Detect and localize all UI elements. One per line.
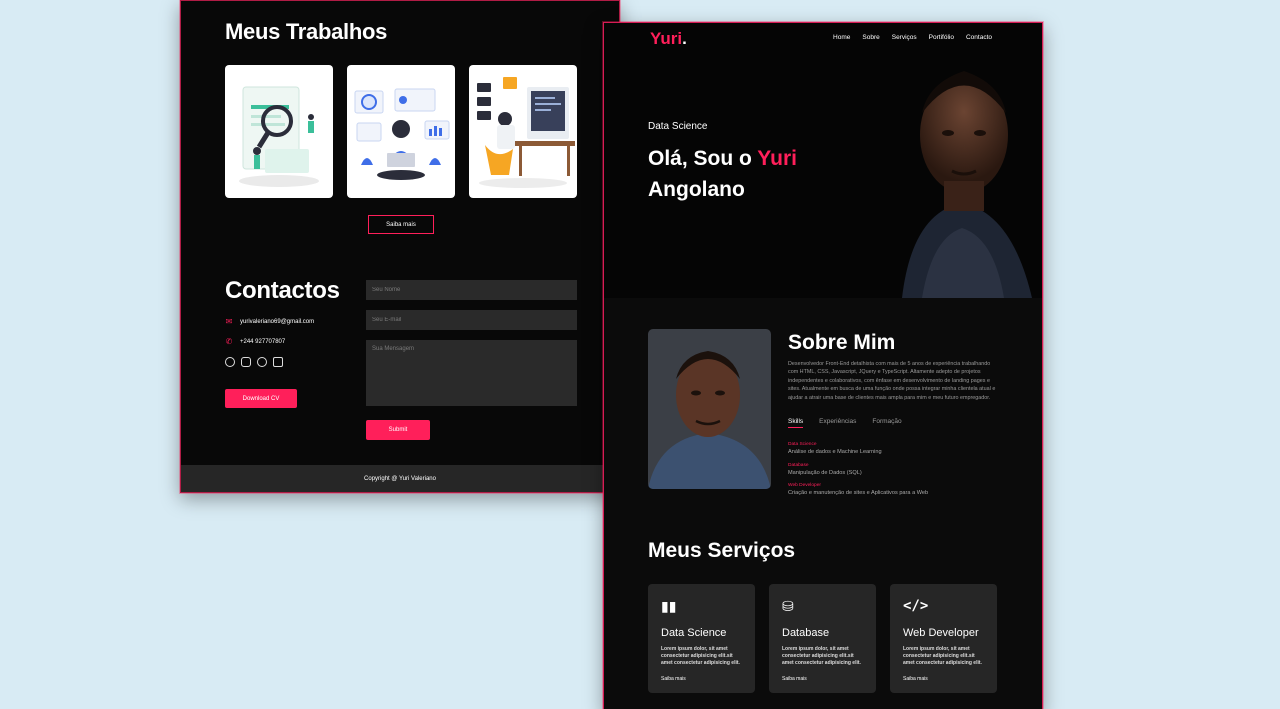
- portfolio-top-panel: Yuri. Home Sobre Serviços Portifólio Con…: [603, 22, 1043, 709]
- nav-servicos[interactable]: Serviços: [892, 34, 917, 41]
- logo-dot: .: [682, 29, 687, 48]
- work-illustration-analysis: [239, 86, 319, 187]
- social-links: [225, 357, 283, 367]
- nav-home[interactable]: Home: [833, 34, 850, 41]
- work-card-1[interactable]: [225, 65, 333, 198]
- nav-portifolio[interactable]: Portifólio: [929, 34, 954, 41]
- hero-section: Yuri. Home Sobre Serviços Portifólio Con…: [604, 23, 1042, 298]
- download-cv-button[interactable]: Download CV: [225, 389, 297, 408]
- nav-sobre[interactable]: Sobre: [862, 34, 879, 41]
- submit-button[interactable]: Submit: [366, 420, 430, 440]
- tab-experiencias[interactable]: Experiências: [819, 418, 856, 428]
- tab-formacao[interactable]: Formação: [872, 418, 901, 428]
- skill-name: Database: [788, 463, 809, 468]
- hero-subtitle: Data Science: [648, 121, 708, 132]
- service-more-link[interactable]: Saiba mais: [903, 676, 984, 682]
- phone-text: +244 927707807: [240, 338, 286, 345]
- message-textarea[interactable]: [366, 340, 577, 406]
- about-tabs: Skills Experiências Formação: [788, 418, 902, 428]
- portfolio-bottom-panel: Meus Trabalhos Saiba mais Contactos ✉ yu…: [180, 0, 620, 493]
- skill-desc: Criação e manutenção de sites e Aplicati…: [788, 490, 929, 496]
- logo[interactable]: Yuri.: [650, 29, 687, 49]
- contacts-title: Contactos: [225, 277, 340, 304]
- skill-name: Web Developer: [788, 483, 821, 488]
- service-desc: Lorem ipsum dolor, sit amet consectetur …: [903, 646, 982, 667]
- skill-desc: Manipulação de Dados (SQL): [788, 470, 862, 476]
- main-nav: Home Sobre Serviços Portifólio Contacto: [833, 34, 992, 41]
- bar-chart-icon: ▮▮: [661, 598, 677, 614]
- service-name: Web Developer: [903, 627, 979, 639]
- instagram-icon[interactable]: [241, 357, 251, 367]
- service-card-web-developer[interactable]: </> Web Developer Lorem ipsum dolor, sit…: [890, 584, 997, 693]
- works-more-button[interactable]: Saiba mais: [368, 215, 434, 234]
- works-title: Meus Trabalhos: [225, 19, 388, 44]
- work-card-2[interactable]: [347, 65, 455, 198]
- hero-heading: Olá, Sou o Yuri Angolano: [648, 143, 797, 205]
- skill-name: Data Science: [788, 442, 817, 447]
- code-icon: </>: [903, 598, 929, 614]
- service-desc: Lorem ipsum dolor, sit amet consectetur …: [782, 646, 861, 667]
- work-illustration-developer: [477, 77, 575, 188]
- phone-line[interactable]: ✆ +244 927707807: [225, 337, 286, 346]
- services-title: Meus Serviços: [648, 539, 796, 562]
- about-portrait-photo: [648, 329, 771, 489]
- service-name: Data Science: [661, 627, 727, 639]
- logo-text: Yuri: [650, 29, 683, 48]
- hero-portrait-photo: [882, 53, 1042, 298]
- name-input[interactable]: [366, 280, 577, 300]
- mail-icon: ✉: [225, 317, 233, 326]
- service-desc: Lorem ipsum dolor, sit amet consectetur …: [661, 646, 740, 667]
- work-illustration-laptop: [354, 88, 450, 180]
- facebook-icon[interactable]: [225, 357, 235, 367]
- linkedin-icon[interactable]: [273, 357, 283, 367]
- footer: Copyright @ Yuri Valeriano: [181, 465, 619, 492]
- phone-icon: ✆: [225, 337, 233, 346]
- email-input[interactable]: [366, 310, 577, 330]
- copyright-text: Copyright @ Yuri Valeriano: [364, 475, 436, 482]
- service-more-link[interactable]: Saiba mais: [661, 676, 742, 682]
- about-section: Sobre Mim Desenvolvedor Front-End detalh…: [604, 298, 1042, 709]
- service-card-database[interactable]: ⛁ Database Lorem ipsum dolor, sit amet c…: [769, 584, 876, 693]
- service-card-data-science[interactable]: ▮▮ Data Science Lorem ipsum dolor, sit a…: [648, 584, 755, 693]
- hero-greeting: Olá, Sou o: [648, 147, 758, 170]
- database-icon: ⛁: [782, 598, 794, 614]
- hero-line2: Angolano: [648, 178, 745, 201]
- about-title: Sobre Mim: [788, 331, 896, 354]
- tab-skills[interactable]: Skills: [788, 418, 804, 428]
- email-line[interactable]: ✉ yurivaleriano69@gmail.com: [225, 317, 314, 326]
- skill-desc: Análise de dados e Machine Learning: [788, 449, 882, 455]
- hero-name: Yuri: [757, 147, 797, 170]
- service-more-link[interactable]: Saiba mais: [782, 676, 863, 682]
- github-icon[interactable]: [257, 357, 267, 367]
- service-name: Database: [782, 627, 830, 639]
- email-text: yurivaleriano69@gmail.com: [240, 318, 315, 325]
- about-description: Desenvolvedor Front-End detalhista com m…: [788, 361, 996, 401]
- nav-contacto[interactable]: Contacto: [966, 34, 992, 41]
- work-card-3[interactable]: [469, 65, 577, 198]
